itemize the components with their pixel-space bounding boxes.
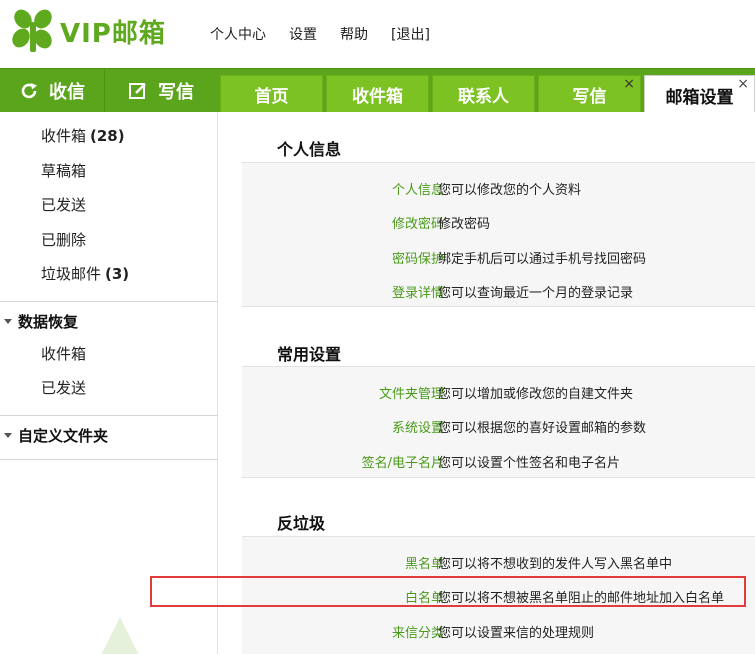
sidebar-divider: [0, 459, 218, 460]
nav-bar: 收信 写信 首页 收件箱 联系人 写信 × 邮箱设置 ×: [0, 68, 755, 114]
tab-label: 邮箱设置: [665, 87, 734, 108]
logo-text: VIP邮箱: [60, 18, 166, 49]
sidebar-group-label: 数据恢复: [18, 313, 79, 331]
sidebar-item-recovery-inbox[interactable]: 收件箱: [41, 343, 86, 364]
settings-panel: 个人信息 个人信息 您可以修改您的个人资料 修改密码 修改密码 密码保护 绑定手…: [219, 112, 755, 654]
tab-contacts[interactable]: 联系人: [432, 75, 535, 113]
settings-link-profile[interactable]: 个人信息: [392, 179, 444, 198]
settings-row: 文件夹管理 您可以增加或修改您的自建文件夹: [242, 374, 755, 408]
sidebar-item-label: 草稿箱: [41, 162, 87, 180]
settings-desc: 您可以根据您的喜好设置邮箱的参数: [438, 421, 647, 436]
section-title-antispam: 反垃圾: [277, 514, 326, 533]
settings-desc: 您可以增加或修改您的自建文件夹: [438, 387, 634, 402]
settings-link-signature[interactable]: 签名/电子名片: [362, 452, 444, 471]
settings-link-folder-management[interactable]: 文件夹管理: [379, 383, 444, 402]
receive-label: 收信: [49, 81, 85, 103]
logo[interactable]: VIP邮箱: [10, 8, 166, 54]
settings-desc: 您可以设置个性签名和电子名片: [438, 456, 621, 471]
sidebar-item-sent[interactable]: 已发送: [41, 194, 86, 215]
caret-down-icon: [4, 433, 12, 438]
tab-home[interactable]: 首页: [220, 75, 323, 113]
sidebar-item-recovery-sent[interactable]: 已发送: [41, 377, 86, 398]
clover-logo-icon: [12, 9, 52, 52]
sidebar-item-label: 收件箱: [41, 127, 87, 145]
settings-row: 登录详情 您可以查询最近一个月的登录记录: [242, 273, 755, 307]
receive-button[interactable]: 收信: [0, 69, 105, 112]
settings-row: 修改密码 修改密码: [242, 204, 755, 238]
link-help[interactable]: 帮助: [340, 24, 368, 44]
settings-desc: 修改密码: [438, 217, 491, 232]
section-title-personal: 个人信息: [277, 140, 342, 159]
tab-label: 写信: [572, 87, 607, 107]
unread-count: (28): [90, 127, 125, 145]
close-icon[interactable]: ×: [623, 77, 635, 91]
sidebar-item-drafts[interactable]: 草稿箱: [41, 160, 86, 181]
sidebar-item-label: 已删除: [41, 231, 87, 249]
sidebar-item-deleted[interactable]: 已删除: [41, 229, 86, 250]
sidebar-divider: [0, 415, 218, 416]
link-logout[interactable]: [退出]: [391, 24, 430, 44]
compose-button[interactable]: 写信: [106, 69, 216, 112]
section-personal: 个人信息 您可以修改您的个人资料 修改密码 修改密码 密码保护 绑定手机后可以通…: [242, 162, 755, 307]
settings-row: 来信分类 您可以设置来信的处理规则: [242, 613, 755, 647]
sidebar-group-custom-folders[interactable]: 自定义文件夹: [4, 425, 108, 446]
edit-icon: [129, 82, 146, 99]
settings-row: 签名/电子名片 您可以设置个性签名和电子名片: [242, 443, 755, 477]
settings-row: 黑名单 您可以将不想收到的发件人写入黑名单中: [242, 544, 755, 578]
close-icon[interactable]: ×: [737, 77, 749, 91]
settings-desc: 绑定手机后可以通过手机号找回密码: [438, 252, 647, 267]
tab-label: 联系人: [458, 87, 509, 107]
sidebar-group-label: 自定义文件夹: [18, 427, 109, 445]
settings-row: 密码保护 绑定手机后可以通过手机号找回密码: [242, 239, 755, 273]
refresh-icon: [21, 82, 37, 98]
link-user-center[interactable]: 个人中心: [210, 24, 266, 44]
settings-link-login-details[interactable]: 登录详情: [392, 282, 444, 301]
settings-desc: 您可以修改您的个人资料: [438, 183, 582, 198]
section-title-common: 常用设置: [277, 345, 342, 364]
tab-mail-settings[interactable]: 邮箱设置 ×: [644, 75, 755, 114]
settings-desc: 您可以将不想收到的发件人写入黑名单中: [438, 557, 673, 572]
decorative-shape: [100, 617, 140, 654]
settings-link-system-settings[interactable]: 系统设置: [392, 417, 444, 436]
sidebar-item-label: 收件箱: [41, 345, 87, 363]
tab-label: 首页: [254, 87, 289, 107]
sidebar-item-label: 已发送: [41, 379, 87, 397]
tab-compose[interactable]: 写信 ×: [538, 75, 641, 113]
settings-row: 系统设置 您可以根据您的喜好设置邮箱的参数: [242, 408, 755, 442]
header: VIP邮箱 个人中心 设置 帮助 [退出]: [0, 0, 755, 68]
compose-label: 写信: [158, 81, 194, 103]
settings-row: 个人信息 您可以修改您的个人资料: [242, 170, 755, 204]
settings-desc: 您可以设置来信的处理规则: [438, 626, 595, 641]
highlight-box: [150, 576, 746, 607]
sidebar-item-inbox[interactable]: 收件箱 (28): [41, 125, 125, 146]
sidebar-item-spam[interactable]: 垃圾邮件 (3): [41, 263, 129, 284]
sidebar: 收件箱 (28) 草稿箱 已发送 已删除 垃圾邮件 (3) 数据恢复 收件箱 已发送…: [0, 112, 218, 654]
settings-link-mail-filter[interactable]: 来信分类: [392, 622, 444, 641]
tab-label: 收件箱: [352, 87, 403, 107]
sidebar-item-label: 垃圾邮件: [41, 265, 102, 283]
link-settings[interactable]: 设置: [289, 24, 317, 44]
top-links: 个人中心 设置 帮助 [退出]: [210, 24, 453, 44]
sidebar-item-label: 已发送: [41, 196, 87, 214]
tab-inbox[interactable]: 收件箱: [326, 75, 429, 113]
unread-count: (3): [105, 265, 130, 283]
settings-link-change-password[interactable]: 修改密码: [392, 213, 444, 232]
sidebar-group-recovery[interactable]: 数据恢复: [4, 311, 78, 332]
settings-desc: 您可以查询最近一个月的登录记录: [438, 286, 634, 301]
section-common: 文件夹管理 您可以增加或修改您的自建文件夹 系统设置 您可以根据您的喜好设置邮箱…: [242, 366, 755, 478]
caret-down-icon: [4, 319, 12, 324]
settings-link-password-protection[interactable]: 密码保护: [392, 248, 444, 267]
sidebar-divider: [0, 301, 218, 302]
